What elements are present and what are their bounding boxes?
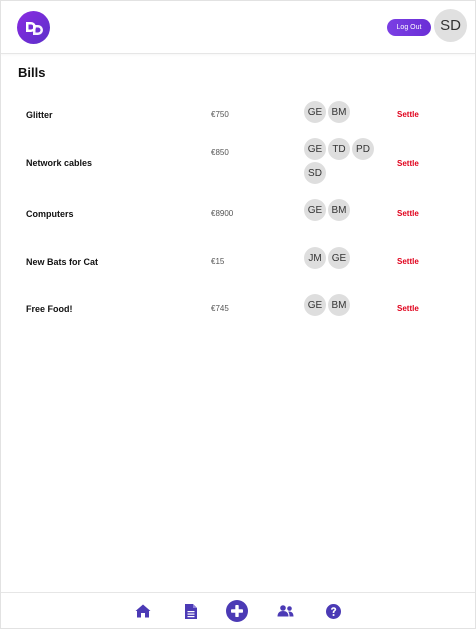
bill-amount: €15 (211, 257, 225, 266)
member-avatar: JM (304, 247, 326, 269)
logo-icon (25, 21, 43, 35)
nav-home[interactable] (132, 600, 154, 622)
users-icon (277, 605, 293, 617)
settle-button[interactable]: Settle (397, 110, 419, 119)
bill-name: Network cables (26, 158, 93, 168)
top-bar: Log Out SD (1, 1, 475, 54)
member-avatar: GE (304, 138, 326, 160)
nav-help[interactable] (322, 600, 344, 622)
bill-name: New Bats for Cat (26, 257, 99, 267)
member-avatar: GE (304, 101, 326, 123)
bill-amount: €745 (211, 304, 229, 313)
app-frame: Log Out SD Bills Glitter €750 GE BM Sett… (0, 0, 476, 629)
settle-button[interactable]: Settle (397, 257, 419, 266)
settle-button[interactable]: Settle (397, 304, 419, 313)
member-avatar: GE (328, 247, 350, 269)
member-avatar: BM (328, 101, 350, 123)
member-avatar: PD (352, 138, 374, 160)
bill-members: GE BM (304, 101, 380, 123)
nav-groups[interactable] (274, 600, 296, 622)
plus-circle-icon (226, 600, 248, 622)
bill-members: GE TD PD SD (304, 138, 380, 184)
logout-button[interactable]: Log Out (387, 19, 431, 36)
bill-amount: €8900 (211, 209, 234, 218)
member-avatar: GE (304, 294, 326, 316)
bill-members: GE BM (304, 294, 380, 316)
bill-amount: €750 (211, 110, 229, 119)
bottom-nav (1, 592, 475, 628)
member-avatar: BM (328, 294, 350, 316)
question-circle-icon (325, 603, 341, 619)
bill-name: Free Food! (26, 304, 73, 314)
page-title: Bills (18, 65, 46, 80)
member-avatar: SD (304, 162, 326, 184)
nav-add-bill[interactable] (226, 600, 248, 622)
member-avatar: GE (304, 199, 326, 221)
bill-members: JM GE (304, 247, 380, 269)
settle-button[interactable]: Settle (397, 209, 419, 218)
app-logo[interactable] (17, 11, 50, 44)
member-avatar: BM (328, 199, 350, 221)
nav-bills[interactable] (180, 600, 202, 622)
bill-name: Glitter (26, 110, 53, 120)
document-icon (185, 603, 197, 619)
bill-members: GE BM (304, 199, 380, 221)
member-avatar: TD (328, 138, 350, 160)
bill-name: Computers (26, 209, 74, 219)
home-icon (135, 604, 151, 618)
bill-amount: €850 (211, 148, 229, 157)
user-avatar[interactable]: SD (434, 9, 467, 42)
settle-button[interactable]: Settle (397, 159, 419, 168)
